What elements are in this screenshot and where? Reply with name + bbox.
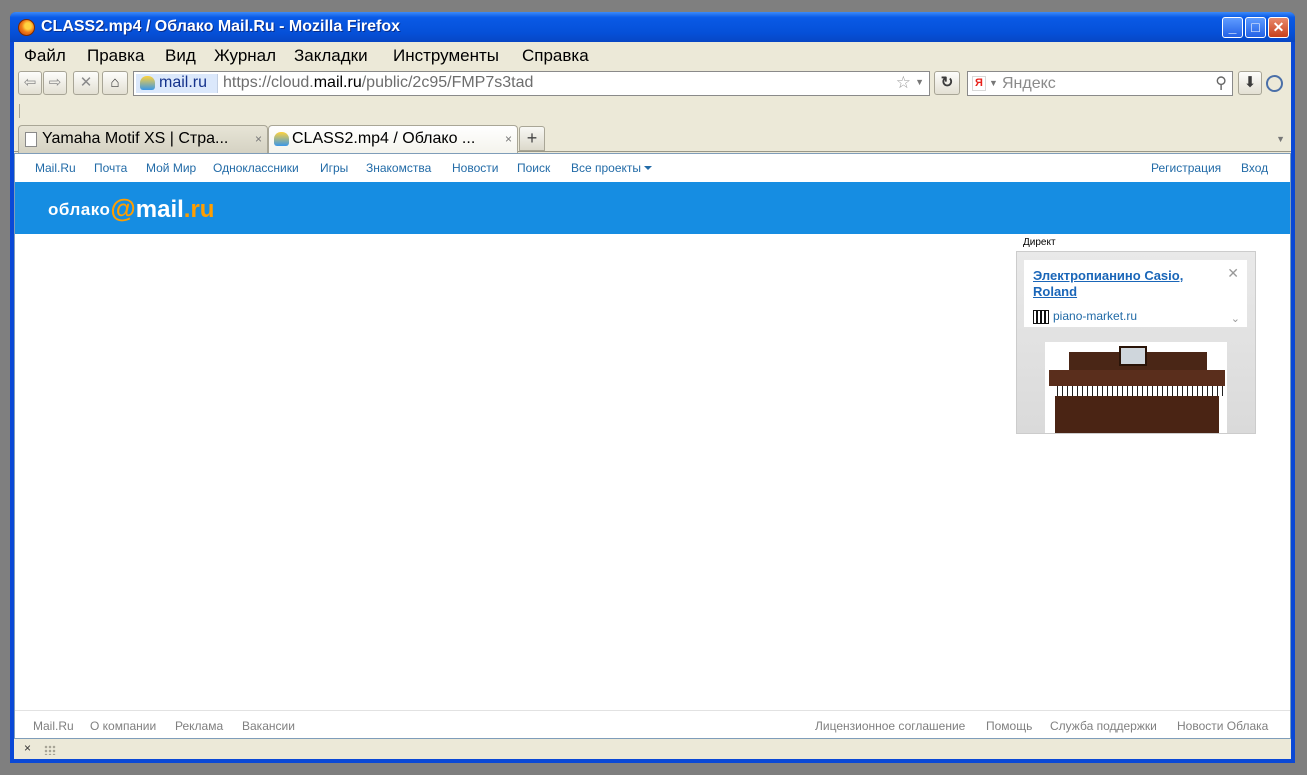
chevron-down-icon[interactable]: ⌄	[1231, 312, 1240, 325]
portal-link-mailru[interactable]: Mail.Ru	[35, 161, 76, 175]
toolbar-separator	[19, 104, 20, 118]
menu-help[interactable]: Справка	[522, 46, 589, 66]
close-icon[interactable]: ✕	[1227, 265, 1239, 282]
minimize-button[interactable]: _	[1222, 17, 1243, 38]
footer-link-about[interactable]: О компании	[90, 719, 156, 733]
status-bar: ×	[14, 739, 1291, 759]
tab-label: Yamaha Motif XS | Стра...	[42, 130, 229, 147]
firefox-icon	[18, 19, 35, 36]
magnifier-icon[interactable]: ⚲	[1215, 73, 1227, 93]
tab-yamaha[interactable]: Yamaha Motif XS | Стра... ×	[18, 125, 268, 153]
footer-link-ads[interactable]: Реклама	[175, 719, 223, 733]
tab-close-icon[interactable]: ×	[255, 132, 262, 146]
page-icon	[25, 132, 37, 147]
url-path: /public/2c95/FMP7s3tad	[361, 74, 534, 91]
logo-word: облако	[48, 200, 111, 219]
forward-button[interactable]: ⇨	[43, 71, 67, 95]
cloud-icon	[140, 76, 155, 90]
search-bar[interactable]: Я ▼ ⚲	[967, 71, 1233, 96]
title-bar[interactable]: CLASS2.mp4 / Облако Mail.Ru - Mozilla Fi…	[10, 12, 1295, 42]
ad-card[interactable]: Электропианино Casio, Roland ✕ piano-mar…	[1024, 260, 1247, 327]
stop-button[interactable]: ✕	[73, 71, 99, 95]
footer-link-license[interactable]: Лицензионное соглашение	[815, 719, 965, 733]
logo-at: @	[110, 193, 136, 223]
page-footer: Mail.Ru О компании Реклама Вакансии Лице…	[15, 710, 1290, 738]
footer-link-support[interactable]: Служба поддержки	[1050, 719, 1157, 733]
search-input[interactable]	[1002, 74, 1202, 93]
downloads-button[interactable]: ⬇	[1238, 71, 1262, 95]
cloud-logo[interactable]: облако@mail.ru	[48, 193, 214, 224]
site-identity-button[interactable]: mail.ru	[136, 74, 218, 93]
piano-front	[1055, 396, 1219, 433]
tab-bar: Yamaha Motif XS | Стра... × CLASS2.mp4 /…	[14, 122, 1291, 154]
bookmarks-toolbar	[14, 100, 1291, 122]
resize-grip-icon[interactable]	[44, 745, 56, 755]
reload-button[interactable]: ↻	[934, 71, 960, 95]
tab-list-icon[interactable]: ▼	[1276, 134, 1285, 144]
login-link[interactable]: Вход	[1241, 161, 1268, 175]
navigation-toolbar: ⇦ ⇨ ✕ ⌂ mail.ru https://cloud.mail.ru/pu…	[14, 68, 1291, 100]
addon-icon[interactable]	[1266, 75, 1283, 92]
url-prefix: https://cloud.	[223, 74, 314, 91]
portal-link-news[interactable]: Новости	[452, 161, 498, 175]
piano-keys	[1053, 386, 1223, 396]
footer-link-mailru[interactable]: Mail.Ru	[33, 719, 74, 733]
logo-ru: .ru	[183, 196, 215, 223]
portal-link-all-projects[interactable]: Все проекты	[571, 161, 653, 175]
bookmark-star-icon[interactable]: ☆	[896, 73, 911, 93]
portal-link-games[interactable]: Игры	[320, 161, 348, 175]
caret-down-icon	[644, 166, 653, 170]
window-title: CLASS2.mp4 / Облако Mail.Ru - Mozilla Fi…	[41, 18, 401, 35]
footer-link-jobs[interactable]: Вакансии	[242, 719, 295, 733]
menu-history[interactable]: Журнал	[214, 46, 276, 66]
menu-edit[interactable]: Правка	[87, 46, 144, 66]
portal-link-search[interactable]: Поиск	[517, 161, 550, 175]
ad-domain-link[interactable]: piano-market.ru	[1053, 309, 1137, 323]
register-link[interactable]: Регистрация	[1151, 161, 1221, 175]
tab-label: CLASS2.mp4 / Облако ...	[292, 130, 476, 147]
portal-bar: Mail.Ru Почта Мой Мир Одноклассники Игры…	[15, 154, 1290, 182]
logo-mail: mail	[135, 196, 184, 223]
new-tab-button[interactable]: +	[519, 126, 545, 151]
portal-link-mail[interactable]: Почта	[94, 161, 127, 175]
cloud-header: облако@mail.ru	[15, 182, 1290, 234]
browser-client: Файл Правка Вид Журнал Закладки Инструме…	[14, 42, 1291, 759]
url-text[interactable]: https://cloud.mail.ru/public/2c95/FMP7s3…	[223, 74, 533, 92]
piano-body	[1049, 370, 1225, 386]
tab-close-icon[interactable]: ×	[505, 132, 512, 146]
portal-link-my-world[interactable]: Мой Мир	[146, 161, 196, 175]
menu-tools[interactable]: Инструменты	[393, 46, 499, 66]
close-icon[interactable]: ×	[24, 741, 31, 755]
url-dropdown-icon[interactable]: ▼	[915, 77, 924, 87]
ad-label: Директ	[1023, 237, 1056, 248]
maximize-button[interactable]: □	[1245, 17, 1266, 38]
portal-link-odnoklassniki[interactable]: Одноклассники	[213, 161, 299, 175]
ad-piano-image[interactable]	[1045, 342, 1227, 433]
url-bar[interactable]: mail.ru https://cloud.mail.ru/public/2c9…	[133, 71, 930, 96]
ad-title-link[interactable]: Электропианино Casio, Roland	[1033, 268, 1223, 300]
footer-link-cloud-news[interactable]: Новости Облака	[1177, 719, 1268, 733]
menu-file[interactable]: Файл	[24, 46, 66, 66]
ad-block[interactable]: Электропианино Casio, Roland ✕ piano-mar…	[1016, 251, 1256, 434]
url-host: mail.ru	[313, 74, 362, 91]
site-identity-label: mail.ru	[159, 74, 208, 91]
portal-link-dating[interactable]: Знакомства	[366, 161, 431, 175]
page-content: Mail.Ru Почта Мой Мир Одноклассники Игры…	[14, 153, 1291, 739]
all-projects-label: Все проекты	[571, 161, 642, 175]
browser-window: CLASS2.mp4 / Облако Mail.Ru - Mozilla Fi…	[10, 12, 1295, 763]
cloud-icon	[274, 132, 289, 146]
menu-view[interactable]: Вид	[165, 46, 196, 66]
tab-class2[interactable]: CLASS2.mp4 / Облако ... ×	[268, 125, 518, 154]
yandex-icon[interactable]: Я	[972, 76, 986, 91]
home-button[interactable]: ⌂	[102, 71, 128, 95]
close-window-button[interactable]: ✕	[1268, 17, 1289, 38]
menu-bookmarks[interactable]: Закладки	[294, 46, 368, 66]
footer-link-help[interactable]: Помощь	[986, 719, 1032, 733]
piano-screen	[1119, 346, 1147, 366]
piano-favicon-icon	[1033, 310, 1049, 324]
search-engine-dropdown-icon[interactable]: ▼	[989, 78, 998, 88]
menu-bar: Файл Правка Вид Журнал Закладки Инструме…	[14, 42, 1291, 68]
back-button[interactable]: ⇦	[18, 71, 42, 95]
